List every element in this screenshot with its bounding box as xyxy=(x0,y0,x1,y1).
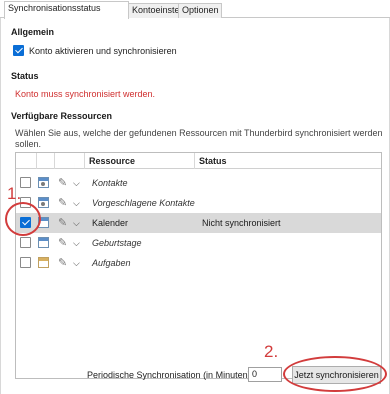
column-header-icon[interactable] xyxy=(36,153,54,169)
calendar-icon xyxy=(38,237,49,248)
resources-description-line1: Wählen Sie aus, welche der gefundenen Re… xyxy=(15,128,383,138)
chevron-down-icon[interactable]: ⌵ xyxy=(73,195,83,211)
row-checkbox[interactable] xyxy=(20,177,31,188)
address-book-icon xyxy=(38,177,49,188)
resource-status: Nicht synchronisiert xyxy=(202,218,281,228)
column-header-status[interactable]: Status xyxy=(194,153,381,169)
resource-name: Kontakte xyxy=(92,178,128,188)
status-heading: Status xyxy=(11,71,39,81)
row-checkbox[interactable] xyxy=(20,237,31,248)
annotation-step-2: 2. xyxy=(264,342,279,361)
resource-name: Vorgeschlagene Kontakte xyxy=(92,198,195,208)
table-row[interactable]: ✎ ⌵ Geburtstage xyxy=(16,233,381,253)
tab-kontoeinstellungen[interactable]: Kontoeinstellungen xyxy=(128,3,209,18)
sync-now-button[interactable]: Jetzt synchronisieren xyxy=(292,366,381,384)
table-header: Ressource Status xyxy=(16,153,381,169)
tab-panel: Allgemein Konto aktivieren und synchroni… xyxy=(0,18,390,394)
chevron-down-icon[interactable]: ⌵ xyxy=(73,215,83,231)
pencil-icon[interactable]: ✎ xyxy=(58,215,72,231)
resource-name: Kalender xyxy=(92,218,129,228)
table-row[interactable]: ✎ ⌵ Vorgeschlagene Kontakte xyxy=(16,193,381,213)
table-row-selected[interactable]: ✎ ⌵ Kalender Nicht synchronisiert xyxy=(16,213,381,233)
tab-synchronisationsstatus[interactable]: Synchronisationsstatus xyxy=(4,1,129,19)
pencil-icon[interactable]: ✎ xyxy=(58,175,72,191)
tab-optionen[interactable]: Optionen xyxy=(178,3,222,18)
column-header-edit[interactable] xyxy=(54,153,84,169)
pencil-icon[interactable]: ✎ xyxy=(58,195,72,211)
chevron-down-icon[interactable]: ⌵ xyxy=(73,255,83,271)
resource-name: Geburtstage xyxy=(92,238,142,248)
row-checkbox[interactable] xyxy=(20,217,31,228)
resources-table: Ressource Status ✎ ⌵ Kontakte ✎ ⌵ Vorges… xyxy=(15,152,382,379)
periodic-sync-input[interactable]: 0 xyxy=(248,367,282,382)
status-message: Konto muss synchronisiert werden. xyxy=(15,89,156,99)
account-enable-checkbox[interactable] xyxy=(13,45,24,56)
table-row[interactable]: ✎ ⌵ Kontakte xyxy=(16,173,381,193)
pencil-icon[interactable]: ✎ xyxy=(58,235,72,251)
chevron-down-icon[interactable]: ⌵ xyxy=(73,175,83,191)
table-row[interactable]: ✎ ⌵ Aufgaben xyxy=(16,253,381,273)
general-heading: Allgemein xyxy=(11,27,55,37)
row-checkbox[interactable] xyxy=(20,257,31,268)
pencil-icon[interactable]: ✎ xyxy=(58,255,72,271)
resource-name: Aufgaben xyxy=(92,258,131,268)
task-list-icon xyxy=(38,257,49,268)
annotation-step-1: 1. xyxy=(7,184,22,203)
account-enable-label: Konto aktivieren und synchronisieren xyxy=(29,46,177,56)
resources-description-line2: sollen. xyxy=(15,139,42,149)
tab-bar: Synchronisationsstatus Kontoeinstellunge… xyxy=(0,0,390,19)
resources-heading: Verfügbare Ressourcen xyxy=(11,111,113,121)
address-book-icon xyxy=(38,197,49,208)
chevron-down-icon[interactable]: ⌵ xyxy=(73,235,83,251)
column-header-checkbox[interactable] xyxy=(16,153,36,169)
row-checkbox[interactable] xyxy=(20,197,31,208)
periodic-sync-label: Periodische Synchronisation (in Minuten) xyxy=(87,370,251,380)
calendar-icon xyxy=(38,217,49,228)
column-header-resource[interactable]: Ressource xyxy=(84,153,194,169)
